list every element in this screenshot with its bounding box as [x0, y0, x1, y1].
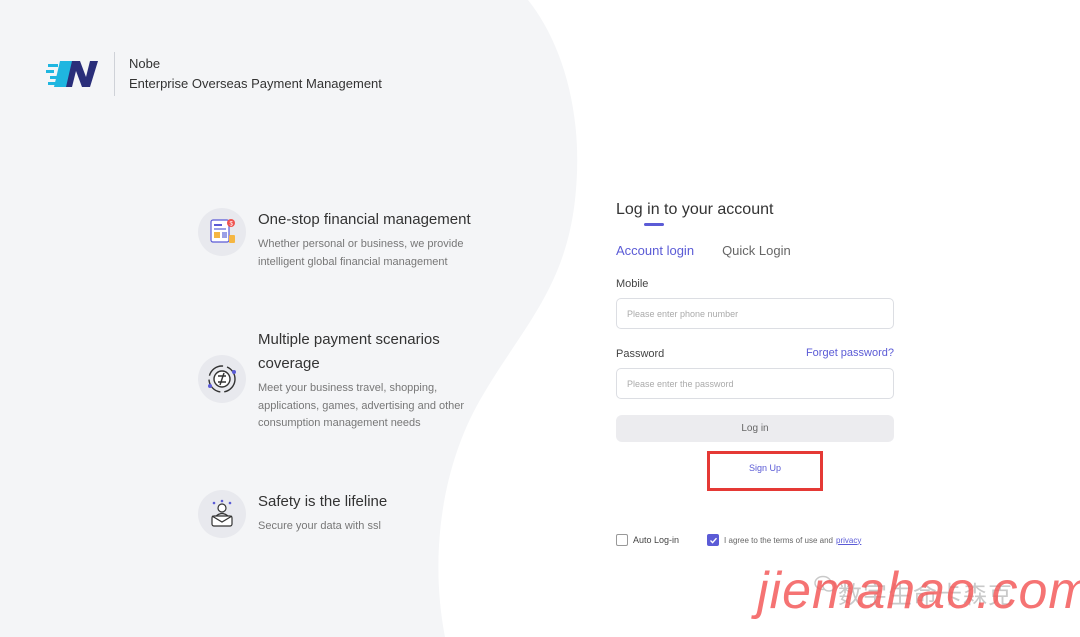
feature-item: Multiple payment scenarios coverage Meet…: [198, 328, 488, 433]
mobile-input[interactable]: Please enter phone number: [616, 298, 894, 329]
login-button[interactable]: Log in: [616, 415, 894, 442]
forgot-password-link[interactable]: Forget password?: [806, 347, 894, 361]
auto-login-label: Auto Log-in: [633, 535, 680, 545]
brand-divider: [114, 52, 115, 96]
watermark-site: jiemahao.com: [757, 562, 1080, 620]
mobile-placeholder: Please enter phone number: [627, 308, 739, 319]
feature-title: One-stop financial management: [258, 211, 471, 228]
login-title: Log in to your account: [616, 201, 774, 218]
privacy-link[interactable]: privacy: [836, 536, 861, 545]
tab-quick-login[interactable]: Quick Login: [722, 242, 791, 260]
auto-login-checkbox[interactable]: [616, 534, 628, 546]
feature-item: Safety is the lifeline Secure your data …: [198, 490, 488, 538]
feature-title: Safety is the lifeline: [258, 493, 388, 510]
payment-scenarios-icon: [198, 355, 246, 403]
brand-header: Nobe Enterprise Overseas Payment Managem…: [46, 52, 382, 96]
active-tab-indicator: [644, 223, 664, 226]
tab-account-login[interactable]: Account login: [616, 242, 694, 260]
finance-document-icon: $: [198, 208, 246, 256]
nobe-logo-icon: [46, 61, 98, 87]
feature-description: Secure your data with ssl: [258, 520, 381, 532]
feature-description: Whether personal or business, we provide…: [258, 238, 464, 268]
brand-tagline: Enterprise Overseas Payment Management: [129, 76, 382, 91]
brand-name: Nobe: [129, 56, 161, 71]
login-form: Log in to your account Account login Qui…: [616, 199, 894, 442]
agree-terms-checkbox[interactable]: [707, 534, 720, 546]
signup-link[interactable]: Sign Up: [749, 463, 781, 473]
password-input[interactable]: Please enter the password: [616, 368, 894, 399]
password-placeholder: Please enter the password: [627, 378, 734, 389]
feature-title: Multiple payment scenarios coverage: [258, 331, 440, 372]
check-icon: [709, 537, 717, 544]
security-icon: [198, 490, 246, 538]
signup-highlight-box: Sign Up: [707, 451, 823, 491]
mobile-label: Mobile: [616, 278, 649, 290]
password-label: Password: [616, 348, 665, 360]
feature-item: $ One-stop financial management Whether …: [198, 208, 488, 271]
login-options: Auto Log-in I agree to the terms of use …: [616, 534, 894, 546]
agree-terms-label: I agree to the terms of use and: [724, 535, 833, 545]
login-tabs: Account login Quick Login: [616, 223, 894, 260]
feature-description: Meet your business travel, shopping, app…: [258, 382, 465, 429]
